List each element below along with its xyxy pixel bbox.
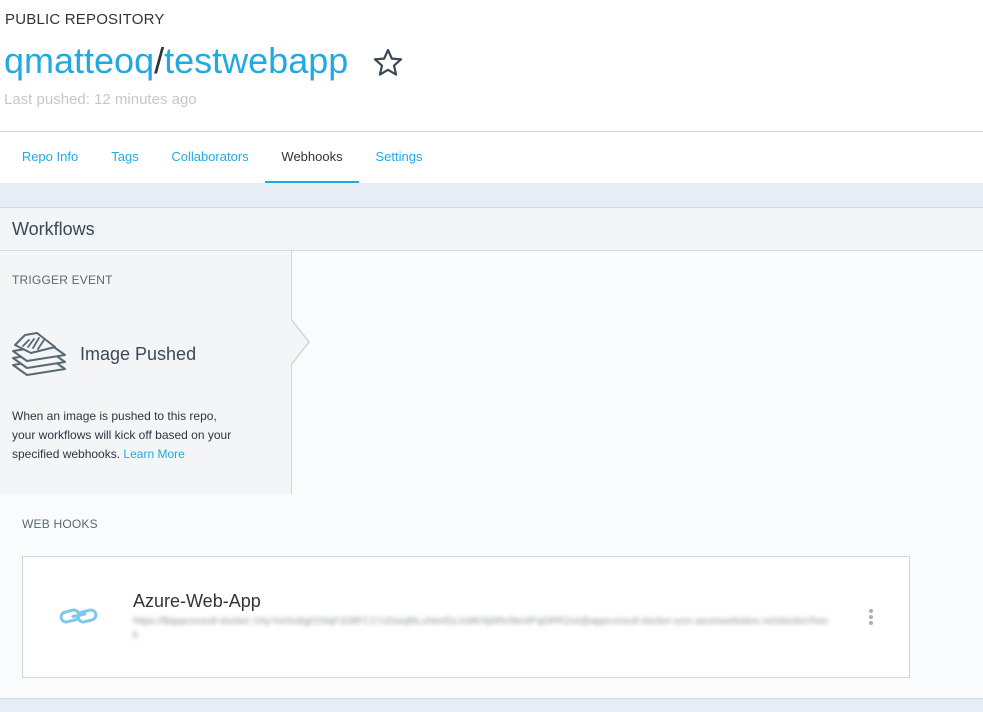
tab-tags[interactable]: Tags [101,132,149,183]
trigger-arrow-fill [290,319,308,365]
tab-repo-info[interactable]: Repo Info [12,132,88,183]
webhook-card[interactable]: Azure-Web-App https://$appconsult-docker… [22,556,910,678]
repo-tabs: Repo Info Tags Collaborators Webhooks Se… [0,132,983,183]
webhooks-label: WEB HOOKS [22,517,98,531]
tab-collaborators[interactable]: Collaborators [162,132,258,183]
repo-title: qmatteoq/testwebapp [4,38,348,84]
learn-more-link[interactable]: Learn More [123,447,184,461]
link-icon [59,605,99,627]
event-description: When an image is pushed to this repo, yo… [12,407,242,464]
star-icon[interactable] [372,47,404,79]
trigger-event-label: TRIGGER EVENT [12,273,113,287]
bottom-spacer [0,698,983,712]
repo-header: PUBLIC REPOSITORY qmatteoq/testwebapp La… [0,0,983,131]
workflows-title: Workflows [12,219,95,239]
webhook-name: Azure-Web-App [133,591,261,611]
repo-name-link[interactable]: testwebapp [164,40,348,81]
workflows-header: Workflows [0,208,983,251]
tab-webhooks[interactable]: Webhooks [265,132,359,183]
event-name: Image Pushed [80,344,197,364]
tab-settings[interactable]: Settings [366,132,432,183]
repo-visibility: PUBLIC REPOSITORY [5,11,165,28]
kebab-menu-icon[interactable] [865,607,877,627]
layers-icon [11,331,67,377]
last-pushed-text: Last pushed: 12 minutes ago [4,91,197,108]
section-spacer [0,183,983,207]
workflows-panel: Workflows TRIGGER EVENT Image Pushed Whe… [0,207,983,698]
event-description-text: When an image is pushed to this repo, yo… [12,409,232,461]
repo-separator: / [154,40,165,81]
webhook-url: https://$appconsult-docker:1NyYocho8g01N… [133,616,829,641]
repo-owner-link[interactable]: qmatteoq [4,40,154,81]
trigger-event-card: TRIGGER EVENT Image Pushed When an image… [0,251,292,494]
